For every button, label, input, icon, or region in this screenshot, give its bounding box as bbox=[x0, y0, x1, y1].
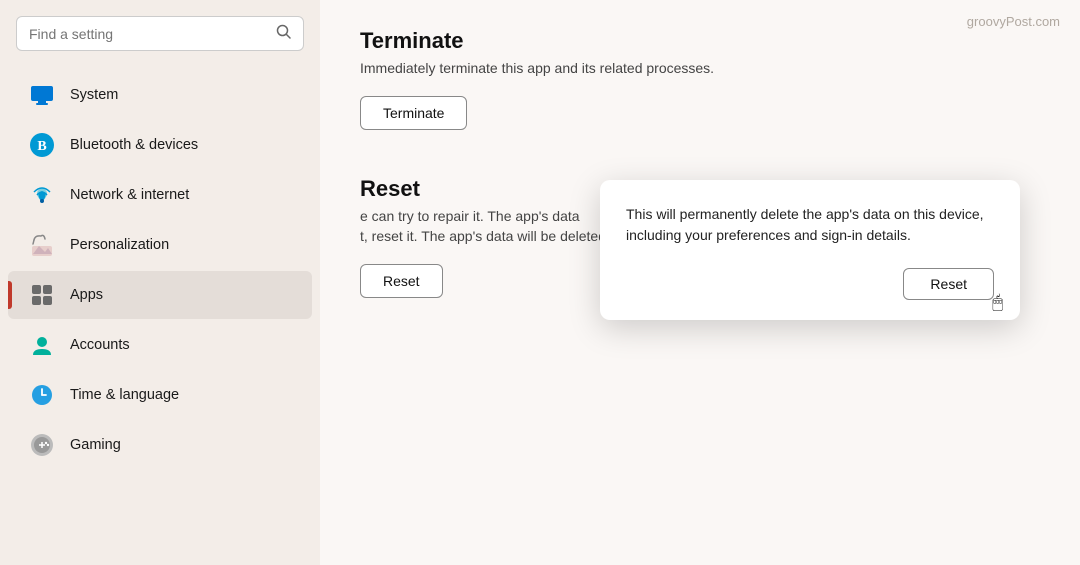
apps-icon bbox=[28, 281, 56, 309]
system-icon bbox=[28, 81, 56, 109]
network-icon bbox=[28, 181, 56, 209]
sidebar-item-label: Personalization bbox=[70, 237, 169, 253]
personalization-icon bbox=[28, 231, 56, 259]
sidebar: System B Bluetooth & devices bbox=[0, 0, 320, 565]
bluetooth-icon: B bbox=[28, 131, 56, 159]
sidebar-item-label: System bbox=[70, 87, 118, 103]
sidebar-item-label: Bluetooth & devices bbox=[70, 137, 198, 153]
sidebar-item-apps[interactable]: Apps bbox=[8, 271, 312, 319]
sidebar-item-label: Gaming bbox=[70, 437, 121, 453]
gaming-icon bbox=[28, 431, 56, 459]
sidebar-item-gaming[interactable]: Gaming bbox=[8, 421, 312, 469]
sidebar-item-label: Time & language bbox=[70, 387, 179, 403]
sidebar-item-system[interactable]: System bbox=[8, 71, 312, 119]
sidebar-item-label: Network & internet bbox=[70, 187, 189, 203]
svg-text:B: B bbox=[37, 139, 46, 154]
dialog-buttons: Reset 🖱 bbox=[626, 268, 994, 300]
dialog-text: This will permanently delete the app's d… bbox=[626, 204, 994, 246]
time-icon bbox=[28, 381, 56, 409]
cursor-icon: 🖱 bbox=[992, 292, 1003, 313]
accounts-icon bbox=[28, 331, 56, 359]
dialog-reset-button[interactable]: Reset 🖱 bbox=[903, 268, 994, 300]
sidebar-item-bluetooth[interactable]: B Bluetooth & devices bbox=[8, 121, 312, 169]
sidebar-item-label: Accounts bbox=[70, 337, 130, 353]
sidebar-item-personalization[interactable]: Personalization bbox=[8, 221, 312, 269]
search-box[interactable] bbox=[16, 16, 304, 51]
sidebar-item-time[interactable]: Time & language bbox=[8, 371, 312, 419]
search-icon bbox=[276, 24, 291, 43]
search-input[interactable] bbox=[29, 26, 268, 42]
main-content: groovyPost.com Terminate Immediately ter… bbox=[320, 0, 1080, 565]
sidebar-item-accounts[interactable]: Accounts bbox=[8, 321, 312, 369]
sidebar-item-label: Apps bbox=[70, 287, 103, 303]
confirm-dialog: This will permanently delete the app's d… bbox=[600, 180, 1020, 320]
sidebar-item-network[interactable]: Network & internet bbox=[8, 171, 312, 219]
dialog-overlay: This will permanently delete the app's d… bbox=[320, 0, 1080, 565]
